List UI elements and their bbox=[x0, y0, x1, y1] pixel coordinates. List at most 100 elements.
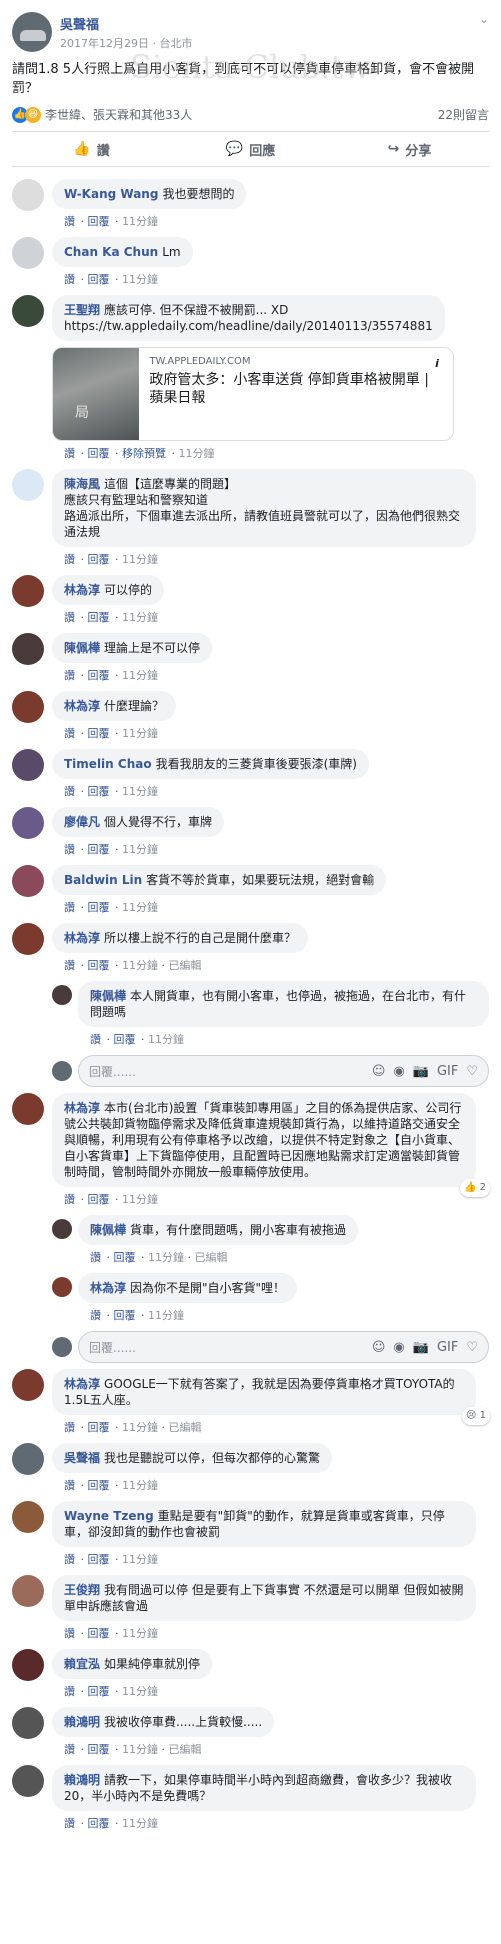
comment-action-0[interactable]: 讚 bbox=[64, 447, 75, 460]
comment-time[interactable]: 11分鐘 bbox=[122, 727, 158, 740]
comment-action-0[interactable]: 讚 bbox=[64, 727, 75, 740]
comment-author[interactable]: 林為淳 bbox=[64, 1101, 100, 1115]
reply-input[interactable]: 回覆...... ☺ ◉ 📷 GIF ♡ bbox=[78, 1331, 489, 1363]
avatar[interactable] bbox=[12, 1443, 44, 1475]
photo-icon[interactable]: 📷 bbox=[413, 1064, 429, 1079]
comment-action-0[interactable]: 讚 bbox=[64, 1817, 75, 1830]
like-button[interactable]: 👍 讚 bbox=[12, 132, 171, 166]
avatar[interactable] bbox=[12, 1093, 44, 1125]
comment-action-1[interactable]: 回覆 bbox=[88, 901, 110, 914]
avatar[interactable] bbox=[12, 1369, 44, 1401]
edited-label[interactable]: 已編輯 bbox=[169, 1743, 202, 1756]
comment-time[interactable]: 11分鐘 bbox=[148, 1251, 184, 1264]
comment-author[interactable]: W-Kang Wang bbox=[64, 187, 158, 201]
avatar[interactable] bbox=[12, 865, 44, 897]
comment-action-0[interactable]: 讚 bbox=[64, 215, 75, 228]
avatar[interactable] bbox=[12, 295, 44, 327]
avatar[interactable] bbox=[12, 749, 44, 781]
comment-action-0[interactable]: 讚 bbox=[64, 901, 75, 914]
comment-action-1[interactable]: 回覆 bbox=[88, 611, 110, 624]
photo-icon[interactable]: 📷 bbox=[413, 1340, 429, 1355]
comment-author[interactable]: Wayne Tzeng bbox=[64, 1509, 154, 1523]
comment-time[interactable]: 11分鐘 bbox=[148, 1309, 184, 1322]
avatar[interactable] bbox=[12, 237, 44, 269]
comment-action-0[interactable]: 讚 bbox=[64, 843, 75, 856]
comment-action-1[interactable]: 回覆 bbox=[88, 669, 110, 682]
avatar[interactable] bbox=[12, 691, 44, 723]
comment-action-1[interactable]: 回覆 bbox=[88, 215, 110, 228]
gif-icon[interactable]: GIF bbox=[437, 1064, 458, 1079]
info-icon[interactable]: i bbox=[429, 356, 445, 372]
comment-time[interactable]: 11分鐘 bbox=[148, 1033, 184, 1046]
edited-label[interactable]: 已編輯 bbox=[195, 1251, 228, 1264]
comment-time[interactable]: 11分鐘 bbox=[122, 1817, 158, 1830]
comment-time[interactable]: 11分鐘 bbox=[122, 1743, 158, 1756]
comment-action-1[interactable]: 回覆 bbox=[88, 1553, 110, 1566]
share-button[interactable]: ↪ 分享 bbox=[330, 132, 489, 166]
comment-time[interactable]: 11分鐘 bbox=[122, 1479, 158, 1492]
comment-author[interactable]: 賴鴻明 bbox=[64, 1715, 100, 1729]
comment-action-1[interactable]: 回覆 bbox=[88, 447, 110, 460]
comment-author[interactable]: 王俊翔 bbox=[64, 1583, 100, 1597]
comment-author[interactable]: Chan Ka Chun bbox=[64, 245, 158, 259]
comment-action-1[interactable]: 回覆 bbox=[88, 843, 110, 856]
comment-action-1[interactable]: 回覆 bbox=[88, 553, 110, 566]
avatar[interactable] bbox=[12, 1501, 44, 1533]
avatar[interactable] bbox=[12, 807, 44, 839]
comment-author[interactable]: 賴鴻明 bbox=[64, 1773, 100, 1787]
avatar[interactable] bbox=[12, 469, 44, 501]
chevron-down-icon[interactable]: ⌄ bbox=[479, 12, 489, 26]
comment-author[interactable]: 廖偉凡 bbox=[64, 815, 100, 829]
gif-icon[interactable]: GIF bbox=[437, 1340, 458, 1355]
comment-time[interactable]: 11分鐘 bbox=[122, 1627, 158, 1640]
avatar[interactable] bbox=[12, 12, 52, 52]
emoji-icon[interactable]: ☺ bbox=[372, 1064, 386, 1079]
avatar[interactable] bbox=[12, 575, 44, 607]
comment-action-0[interactable]: 讚 bbox=[64, 959, 75, 972]
link-preview-title[interactable]: 政府管太多：小客車送貨 停卸貨車格被開單 | 蘋果日報 bbox=[149, 371, 443, 407]
comment-action-0[interactable]: 讚 bbox=[90, 1033, 101, 1046]
comment-time[interactable]: 11分鐘 bbox=[179, 447, 215, 460]
comment-time[interactable]: 11分鐘 bbox=[122, 1685, 158, 1698]
edited-label[interactable]: 已編輯 bbox=[169, 959, 202, 972]
link-preview[interactable]: 局 TW.APPLEDAILY.COM 政府管太多：小客車送貨 停卸貨車格被開單 |… bbox=[52, 347, 454, 441]
comment-action-1[interactable]: 回覆 bbox=[88, 959, 110, 972]
comment-author[interactable]: 陳佩樺 bbox=[90, 989, 126, 1003]
comment-author[interactable]: 陳海風 bbox=[64, 477, 100, 491]
comment-action-0[interactable]: 讚 bbox=[90, 1251, 101, 1264]
avatar[interactable] bbox=[12, 1765, 44, 1797]
comment-author[interactable]: 賴宜泓 bbox=[64, 1657, 100, 1671]
comment-action-0[interactable]: 讚 bbox=[64, 1553, 75, 1566]
comments-count[interactable]: 22則留言 bbox=[438, 106, 489, 123]
comment-action-1[interactable]: 回覆 bbox=[88, 1743, 110, 1756]
comment-author[interactable]: 林為淳 bbox=[90, 1281, 126, 1295]
comment-action-1[interactable]: 回覆 bbox=[114, 1033, 136, 1046]
comment-author[interactable]: 陳佩樺 bbox=[64, 641, 100, 655]
sticker-icon[interactable]: ♡ bbox=[466, 1340, 478, 1355]
sticker-icon[interactable]: ♡ bbox=[466, 1064, 478, 1079]
comment-action-0[interactable]: 讚 bbox=[64, 1627, 75, 1640]
comment-action-1[interactable]: 回覆 bbox=[88, 1193, 110, 1206]
avatar[interactable] bbox=[12, 923, 44, 955]
avatar[interactable] bbox=[52, 1219, 72, 1239]
comment-time[interactable]: 11分鐘 bbox=[122, 669, 158, 682]
comment-time[interactable]: 11分鐘 bbox=[122, 273, 158, 286]
comment-time[interactable]: 11分鐘 bbox=[122, 1421, 158, 1434]
avatar[interactable] bbox=[52, 1277, 72, 1297]
comment-time[interactable]: 11分鐘 bbox=[122, 1193, 158, 1206]
edited-label[interactable]: 已編輯 bbox=[169, 1421, 202, 1434]
comment-action-0[interactable]: 讚 bbox=[64, 669, 75, 682]
comment-action-1[interactable]: 回覆 bbox=[114, 1309, 136, 1322]
avatar[interactable] bbox=[12, 1707, 44, 1739]
comment-time[interactable]: 11分鐘 bbox=[122, 553, 158, 566]
comment-author[interactable]: 王聖翔 bbox=[64, 303, 100, 317]
comment-author[interactable]: 林為淳 bbox=[64, 1377, 100, 1391]
comment-action-1[interactable]: 回覆 bbox=[88, 1479, 110, 1492]
comment-action-0[interactable]: 讚 bbox=[64, 1685, 75, 1698]
comment-time[interactable]: 11分鐘 bbox=[122, 611, 158, 624]
comment-action-1[interactable]: 回覆 bbox=[88, 1685, 110, 1698]
comment-author[interactable]: 陳佩樺 bbox=[90, 1223, 126, 1237]
comment-author[interactable]: 林為淳 bbox=[64, 699, 100, 713]
comment-author[interactable]: Timelin Chao bbox=[64, 757, 152, 771]
comment-time[interactable]: 11分鐘 bbox=[122, 215, 158, 228]
